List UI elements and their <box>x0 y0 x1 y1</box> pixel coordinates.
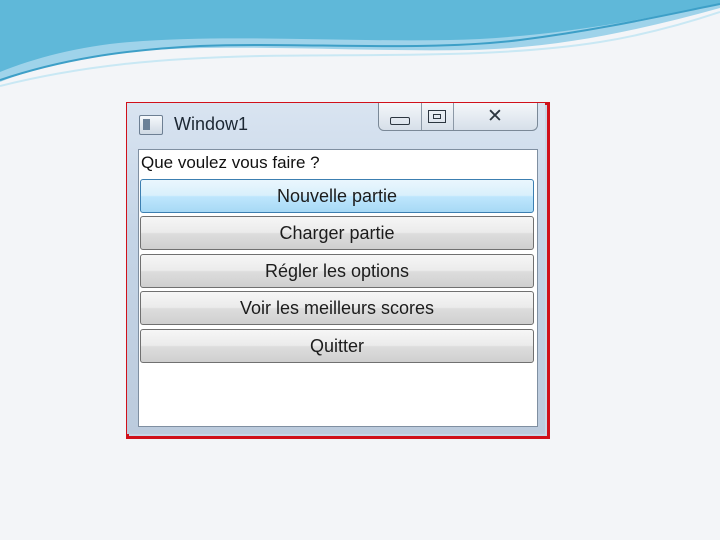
minimize-icon <box>390 116 410 125</box>
maximize-button[interactable] <box>421 103 454 130</box>
window-controls: ✕ <box>378 103 538 131</box>
app-window: Window1 ✕ Que voulez vous faire ? Nouvel… <box>127 103 545 434</box>
high-scores-button[interactable]: Voir les meilleurs scores <box>140 291 534 325</box>
window-titlebar[interactable]: Window1 ✕ <box>127 103 545 143</box>
quit-button[interactable]: Quitter <box>140 329 534 363</box>
window-title: Window1 <box>174 114 249 134</box>
new-game-button[interactable]: Nouvelle partie <box>140 179 534 213</box>
close-button[interactable]: ✕ <box>453 103 537 130</box>
window-app-icon <box>139 115 163 135</box>
prompt-label: Que voulez vous faire ? <box>141 153 320 172</box>
maximize-icon <box>428 110 446 123</box>
minimize-button[interactable] <box>379 103 422 130</box>
load-game-button[interactable]: Charger partie <box>140 216 534 250</box>
close-icon: ✕ <box>487 105 503 127</box>
options-button[interactable]: Régler les options <box>140 254 534 288</box>
window-client-area: Que voulez vous faire ? Nouvelle partie … <box>138 149 538 427</box>
slide-header-swoosh <box>0 0 720 87</box>
